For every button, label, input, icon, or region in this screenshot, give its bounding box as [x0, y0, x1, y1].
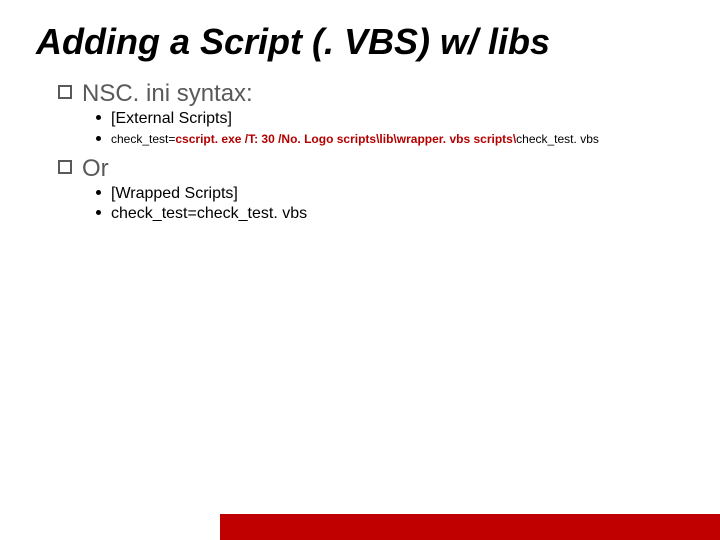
- bullet-level1: Or: [58, 155, 684, 183]
- square-bullet-icon: [58, 160, 72, 174]
- bullet-level2: [Wrapped Scripts]: [96, 185, 684, 203]
- decorative-accent: [220, 514, 720, 540]
- circle-bullet-icon: [96, 210, 101, 215]
- bullet-text: [Wrapped Scripts]: [111, 185, 238, 202]
- bullet-level2: check_test=cscript. exe /T: 30 /No. Logo…: [96, 130, 684, 149]
- bullet-text: NSC. ini syntax:: [82, 80, 253, 107]
- slide-title: Adding a Script (. VBS) w/ libs: [36, 22, 684, 62]
- bullet-level2: [External Scripts]: [96, 110, 684, 128]
- circle-bullet-icon: [96, 190, 101, 195]
- square-bullet-icon: [58, 85, 72, 99]
- bullet-text: Or: [82, 155, 109, 182]
- bullet-text: [External Scripts]: [111, 110, 232, 127]
- bullet-text: check_test=: [111, 132, 175, 146]
- highlighted-text: cscript. exe /T: 30 /No. Logo scripts\li…: [175, 132, 516, 146]
- bullet-text: check_test. vbs: [516, 132, 599, 146]
- bullet-level1: NSC. ini syntax:: [58, 80, 684, 108]
- bullet-level2: check_test=check_test. vbs: [96, 205, 684, 223]
- circle-bullet-icon: [96, 136, 101, 141]
- slide: Adding a Script (. VBS) w/ libs NSC. ini…: [0, 0, 720, 540]
- slide-body: NSC. ini syntax: [External Scripts] check_…: [36, 80, 684, 223]
- bullet-text: check_test=check_test. vbs: [111, 205, 307, 222]
- circle-bullet-icon: [96, 115, 101, 120]
